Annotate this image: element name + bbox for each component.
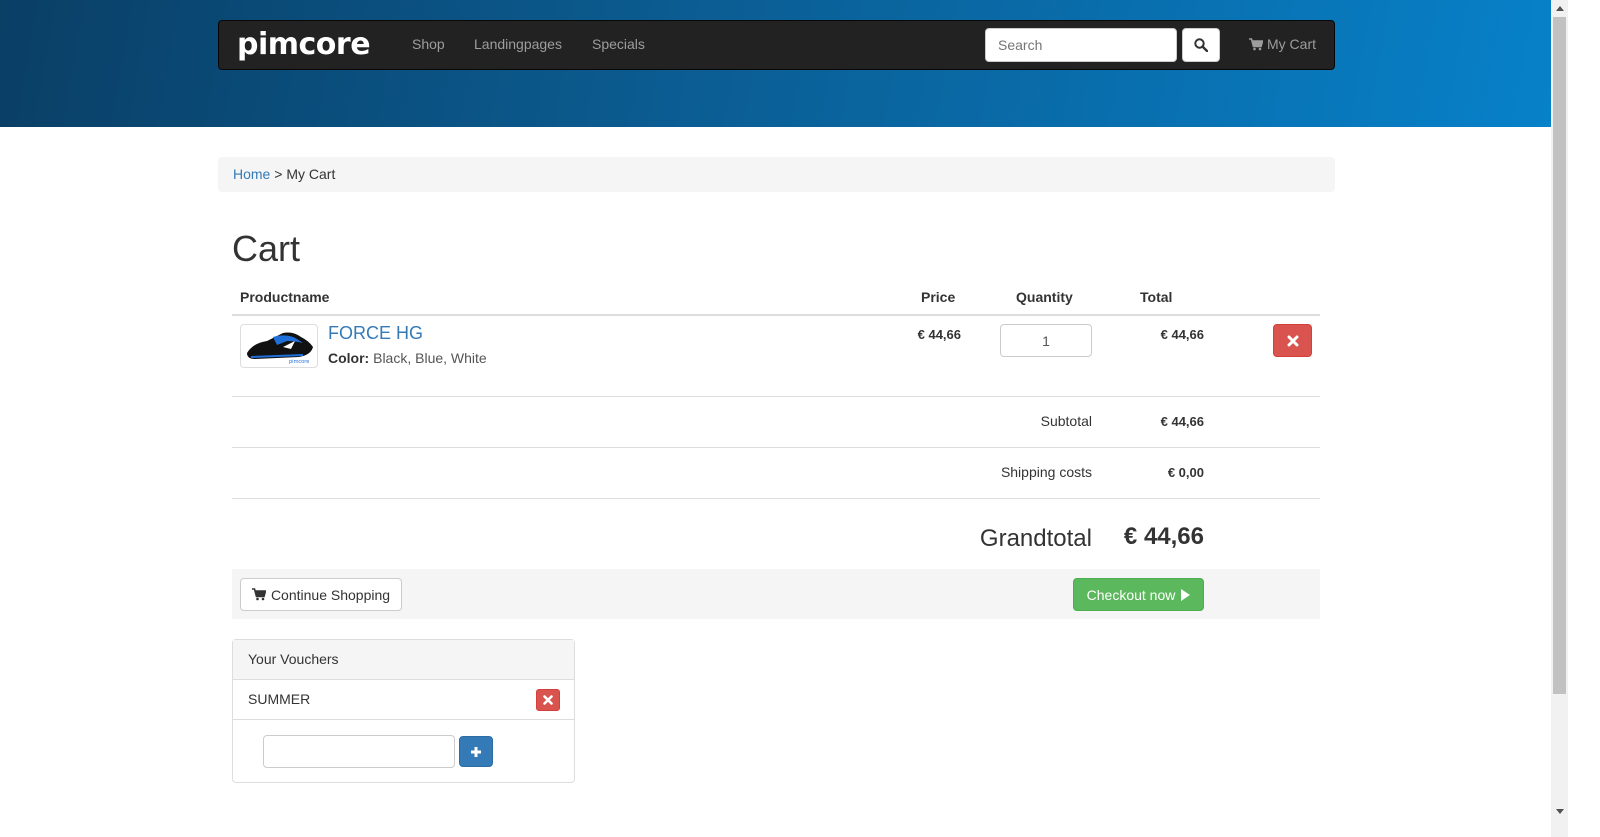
- product-color-label: Color:: [328, 350, 370, 366]
- vouchers-title: Your Vouchers: [233, 640, 574, 680]
- shoe-image: pimcore: [247, 332, 313, 365]
- voucher-row: SUMMER: [233, 680, 574, 720]
- continue-shopping-button[interactable]: Continue Shopping: [240, 578, 402, 611]
- scroll-thumb[interactable]: [1553, 17, 1566, 694]
- breadcrumb-home[interactable]: Home: [233, 166, 270, 182]
- nav-landingpages[interactable]: Landingpages: [474, 36, 562, 52]
- shipping-label: Shipping costs: [1000, 464, 1092, 480]
- cart-icon: [1249, 37, 1263, 50]
- search-icon: [1194, 38, 1208, 52]
- quantity-input[interactable]: 1: [1000, 324, 1092, 357]
- header-cart-link[interactable]: My Cart: [1249, 36, 1316, 52]
- search-button[interactable]: [1182, 28, 1220, 62]
- breadcrumb-current: My Cart: [286, 166, 336, 182]
- vouchers-panel: Your Vouchers SUMMER: [232, 639, 575, 783]
- breadcrumb: Home > My Cart: [218, 157, 1335, 192]
- divider: [232, 447, 1320, 448]
- header-productname: Productname: [240, 289, 330, 305]
- grandtotal-value: € 44,66: [1123, 523, 1204, 550]
- remove-item-button[interactable]: [1273, 324, 1312, 357]
- header-cart-label: My Cart: [1267, 36, 1316, 52]
- pimcore-logo[interactable]: pimcore: [237, 27, 371, 62]
- product-thumbnail[interactable]: pimcore: [240, 324, 318, 368]
- checkout-label: Checkout now: [1086, 586, 1176, 603]
- nav-shop[interactable]: Shop: [412, 36, 445, 52]
- scroll-up-arrow-icon[interactable]: [1551, 0, 1568, 17]
- svg-text:pimcore: pimcore: [289, 359, 309, 365]
- header-quantity: Quantity: [1016, 289, 1073, 305]
- top-navbar: pimcore Shop Landingpages Specials My Ca…: [218, 20, 1335, 70]
- times-icon: [543, 695, 553, 705]
- header-total: Total: [1140, 289, 1173, 305]
- item-price: € 44,66: [917, 327, 961, 342]
- search-input[interactable]: [985, 28, 1177, 62]
- divider: [232, 396, 1320, 397]
- item-total: € 44,66: [1160, 327, 1204, 342]
- voucher-code: SUMMER: [248, 691, 311, 707]
- voucher-code-input[interactable]: [263, 735, 455, 768]
- divider: [232, 498, 1320, 499]
- nav-specials[interactable]: Specials: [592, 36, 645, 52]
- add-voucher-button[interactable]: [459, 736, 493, 767]
- subtotal-value: € 44,66: [1160, 414, 1204, 429]
- product-color: Color: Black, Blue, White: [328, 350, 487, 366]
- play-icon: [1181, 588, 1191, 601]
- scroll-down-arrow-icon[interactable]: [1551, 803, 1568, 820]
- page-title: Cart: [232, 228, 301, 269]
- window-edge: [1568, 0, 1600, 837]
- grandtotal-label: Grandtotal: [979, 525, 1092, 552]
- remove-voucher-button[interactable]: [536, 689, 560, 711]
- shipping-value: € 0,00: [1167, 465, 1204, 480]
- checkout-button[interactable]: Checkout now: [1073, 578, 1204, 611]
- cart-icon: [251, 588, 266, 601]
- subtotal-label: Subtotal: [1040, 413, 1092, 429]
- page-scrollbar[interactable]: [1551, 0, 1568, 837]
- continue-shopping-label: Continue Shopping: [270, 586, 391, 603]
- product-color-value: Black, Blue, White: [373, 350, 487, 366]
- breadcrumb-separator: >: [274, 166, 283, 182]
- product-name-link[interactable]: FORCE HG: [328, 323, 423, 344]
- table-header-divider: [232, 314, 1320, 316]
- times-icon: [1287, 335, 1298, 346]
- header-price: Price: [921, 289, 956, 305]
- plus-icon: [471, 746, 481, 757]
